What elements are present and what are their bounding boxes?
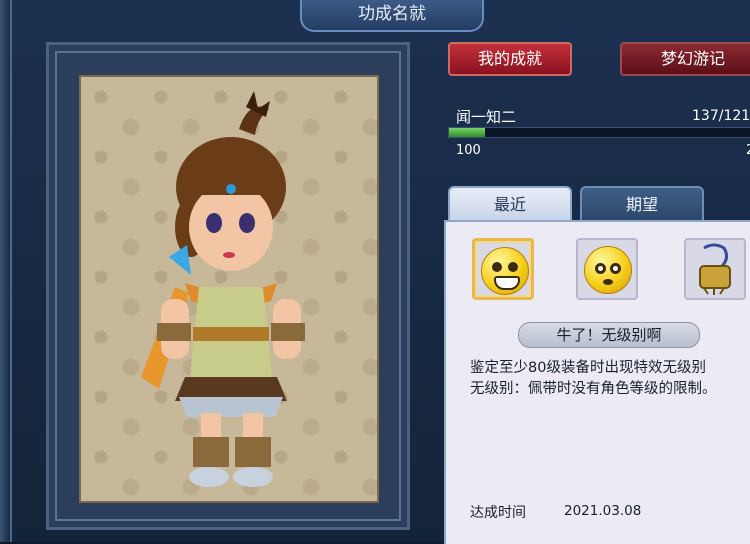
achievement-slot-2[interactable] [576,238,638,300]
tab-expect[interactable]: 期望 [580,186,704,222]
journey-button[interactable]: 梦幻游记 [620,42,750,76]
smiley-wow-icon [584,246,632,294]
tab-recent-label: 最近 [493,195,526,214]
journey-label: 梦幻游记 [660,49,725,68]
achievement-slot-3[interactable] [684,238,746,300]
character-figure [141,91,305,487]
achievement-title: 牛了！无级别啊 [518,322,700,348]
character-portrait [79,75,379,503]
achievement-progress-fill [449,128,486,137]
window-edge [0,0,10,542]
tab-expect-label: 期望 [625,195,658,214]
tab-recent[interactable]: 最近 [448,186,572,222]
achievement-description: 鉴定至少80级装备时出现特效无级别 无级别：佩带时没有角色等级的限制。 [470,358,740,400]
achievement-slot-1[interactable] [472,238,534,300]
date-value: 2021.03.08 [564,503,642,519]
my-achievements-label: 我的成就 [477,49,542,68]
title-text: 功成名就 [358,4,426,24]
my-achievements-button[interactable]: 我的成就 [448,42,572,76]
pendant-icon [699,243,731,295]
description-line-1: 鉴定至少80级装备时出现特效无级别 [470,360,706,376]
date-label: 达成时间 [470,505,526,521]
achievement-progress-bar [448,127,750,138]
progress-max-label: 200 [746,143,750,158]
progress-min-label: 100 [456,143,481,158]
window-title: 功成名就 [300,0,484,32]
achievement-rank-name: 闻一知二 [456,108,517,126]
achievement-detail-panel: 牛了！无级别啊 鉴定至少80级装备时出现特效无级别 无级别：佩带时没有角色等级的… [444,220,750,544]
achievement-progress-text: 137/1211 [692,108,750,124]
smiley-grin-icon [481,247,529,295]
character-portrait-frame [46,42,410,530]
description-line-2: 无级别：佩带时没有角色等级的限制。 [470,381,717,397]
achievement-window: 功成名就 我的成就 梦幻游记 闻一知二 137/121 100 最近 期望 牛了… [10,0,750,544]
